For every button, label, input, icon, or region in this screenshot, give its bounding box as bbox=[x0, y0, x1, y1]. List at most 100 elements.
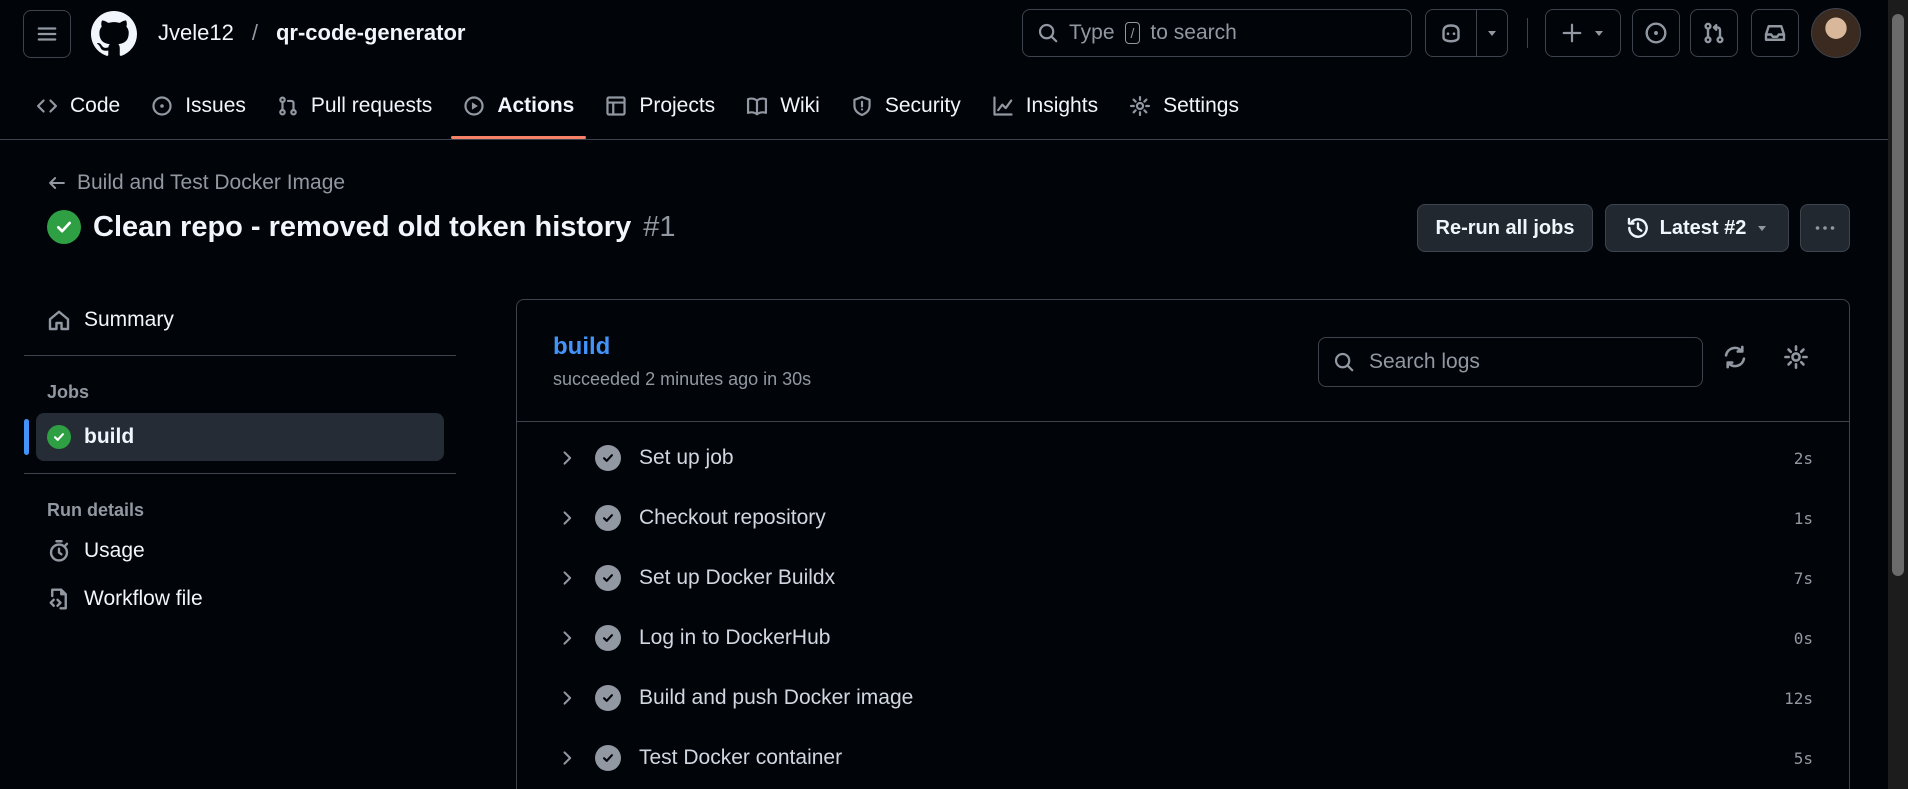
sidebar-divider bbox=[24, 355, 456, 356]
code-icon bbox=[36, 99, 58, 113]
tab-wiki[interactable]: Wiki bbox=[734, 86, 832, 126]
your-issues-button[interactable] bbox=[1632, 9, 1680, 57]
step-success-icon bbox=[595, 685, 621, 711]
repo-name-link[interactable]: qr-code-generator bbox=[276, 20, 465, 46]
step-duration: 1s bbox=[1793, 508, 1813, 528]
job-step[interactable]: Build and push Docker image 12s bbox=[517, 668, 1849, 728]
your-pull-requests-button[interactable] bbox=[1690, 9, 1738, 57]
scrollbar-thumb[interactable] bbox=[1892, 14, 1904, 576]
back-to-workflow-link[interactable]: Build and Test Docker Image bbox=[47, 171, 345, 195]
top-bar: Jvele12 / qr-code-generator Type / to se… bbox=[0, 0, 1888, 68]
create-new-button[interactable] bbox=[1545, 9, 1621, 57]
tab-actions[interactable]: Actions bbox=[451, 86, 587, 139]
sidebar-item-workflow-file[interactable]: Workflow file bbox=[24, 575, 456, 623]
sidebar-item-label: Workflow file bbox=[84, 587, 203, 610]
repo-nav-tabs: Code Issues Pull requests Actions Projec… bbox=[0, 86, 1258, 140]
repo-owner-link[interactable]: Jvele12 bbox=[158, 20, 234, 46]
sidebar-item-label: build bbox=[84, 425, 135, 448]
job-title-link[interactable]: build bbox=[553, 333, 610, 361]
chevron-right-icon bbox=[563, 691, 572, 705]
tab-security[interactable]: Security bbox=[839, 86, 973, 126]
tab-code[interactable]: Code bbox=[24, 86, 132, 126]
tab-insights[interactable]: Insights bbox=[980, 86, 1110, 126]
home-icon bbox=[48, 310, 70, 331]
copilot-button[interactable] bbox=[1426, 10, 1477, 56]
chevron-right-icon bbox=[563, 451, 572, 465]
search-icon bbox=[1038, 23, 1058, 43]
notifications-inbox-button[interactable] bbox=[1751, 9, 1799, 57]
tab-label: Issues bbox=[185, 94, 246, 117]
global-search-input[interactable]: Type / to search bbox=[1022, 9, 1412, 57]
job-log-panel: build succeeded 2 minutes ago in 30s Sea… bbox=[516, 299, 1850, 789]
more-options-button[interactable] bbox=[1800, 204, 1850, 252]
step-name: Build and push Docker image bbox=[639, 686, 914, 709]
step-name: Checkout repository bbox=[639, 506, 826, 529]
rerun-all-jobs-button[interactable]: Re-run all jobs bbox=[1417, 204, 1593, 252]
github-logo-icon[interactable] bbox=[91, 11, 137, 57]
play-icon bbox=[464, 96, 484, 116]
refresh-logs-button[interactable] bbox=[1722, 344, 1748, 370]
global-header: Jvele12 / qr-code-generator Type / to se… bbox=[0, 0, 1888, 140]
sidebar-item-usage[interactable]: Usage bbox=[24, 527, 456, 575]
sidebar-item-label: Usage bbox=[84, 539, 145, 562]
log-settings-button[interactable] bbox=[1783, 344, 1809, 370]
sidebar-item-job-build[interactable]: build bbox=[24, 413, 444, 461]
attempt-selector-button[interactable]: Latest #2 bbox=[1605, 204, 1789, 252]
sidebar-item-label: Summary bbox=[84, 308, 174, 331]
sync-icon bbox=[1724, 345, 1746, 369]
search-logs-input[interactable]: Search logs bbox=[1318, 337, 1703, 387]
copilot-dropdown-button[interactable] bbox=[1477, 10, 1507, 56]
tab-projects[interactable]: Projects bbox=[593, 86, 727, 126]
chevron-right-icon bbox=[563, 511, 572, 525]
tab-label: Insights bbox=[1025, 94, 1099, 117]
search-suffix-text: to search bbox=[1150, 21, 1237, 44]
issue-opened-icon bbox=[152, 96, 172, 116]
tab-pull-requests[interactable]: Pull requests bbox=[265, 86, 444, 126]
issue-opened-icon bbox=[1645, 22, 1667, 44]
step-duration: 0s bbox=[1793, 628, 1813, 648]
step-success-icon bbox=[595, 625, 621, 651]
step-success-icon bbox=[595, 745, 621, 771]
hamburger-menu-button[interactable] bbox=[23, 10, 71, 58]
table-icon bbox=[606, 96, 626, 116]
triangle-down-icon bbox=[1758, 226, 1767, 231]
step-name: Set up job bbox=[639, 446, 734, 469]
repo-breadcrumb: Jvele12 / qr-code-generator bbox=[158, 20, 465, 46]
page-scrollbar[interactable] bbox=[1888, 0, 1908, 789]
step-success-icon bbox=[595, 445, 621, 471]
graph-icon bbox=[993, 96, 1013, 116]
shield-icon bbox=[853, 95, 871, 117]
job-step[interactable]: Set up job 2s bbox=[517, 428, 1849, 488]
copilot-icon bbox=[1442, 24, 1460, 43]
step-name: Test Docker container bbox=[639, 746, 843, 769]
user-avatar[interactable] bbox=[1811, 8, 1861, 58]
copilot-button-group bbox=[1425, 9, 1508, 57]
step-duration: 12s bbox=[1784, 688, 1813, 708]
job-step[interactable]: Log in to DockerHub 0s bbox=[517, 608, 1849, 668]
chevron-right-icon bbox=[563, 751, 572, 765]
book-icon bbox=[747, 97, 768, 116]
tab-settings[interactable]: Settings bbox=[1117, 86, 1251, 126]
git-pull-request-icon bbox=[279, 96, 297, 116]
job-step[interactable]: Checkout repository 1s bbox=[517, 488, 1849, 548]
triangle-down-icon bbox=[1487, 31, 1496, 36]
stopwatch-icon bbox=[49, 540, 69, 562]
sidebar-item-summary[interactable]: Summary bbox=[24, 296, 456, 344]
tab-label: Code bbox=[70, 94, 121, 117]
run-sidebar: Summary Jobs build Run details Usage Wor… bbox=[24, 296, 456, 623]
step-duration: 5s bbox=[1793, 748, 1813, 768]
job-step[interactable]: Test Docker container 5s bbox=[517, 728, 1849, 788]
breadcrumb-separator: / bbox=[251, 20, 258, 45]
step-name: Set up Docker Buildx bbox=[639, 566, 836, 589]
tab-issues[interactable]: Issues bbox=[139, 86, 258, 126]
job-header: build succeeded 2 minutes ago in 30s Sea… bbox=[517, 300, 1849, 422]
step-success-icon bbox=[595, 565, 621, 591]
search-prefix-text: Type bbox=[1069, 21, 1115, 44]
job-step[interactable]: Set up Docker Buildx 7s bbox=[517, 548, 1849, 608]
step-success-icon bbox=[595, 505, 621, 531]
run-number: #1 bbox=[643, 210, 676, 243]
attempt-label: Latest #2 bbox=[1659, 216, 1747, 239]
kebab-horizontal-icon bbox=[1815, 226, 1835, 230]
tab-label: Projects bbox=[639, 94, 716, 117]
workflow-name: Build and Test Docker Image bbox=[77, 171, 346, 194]
